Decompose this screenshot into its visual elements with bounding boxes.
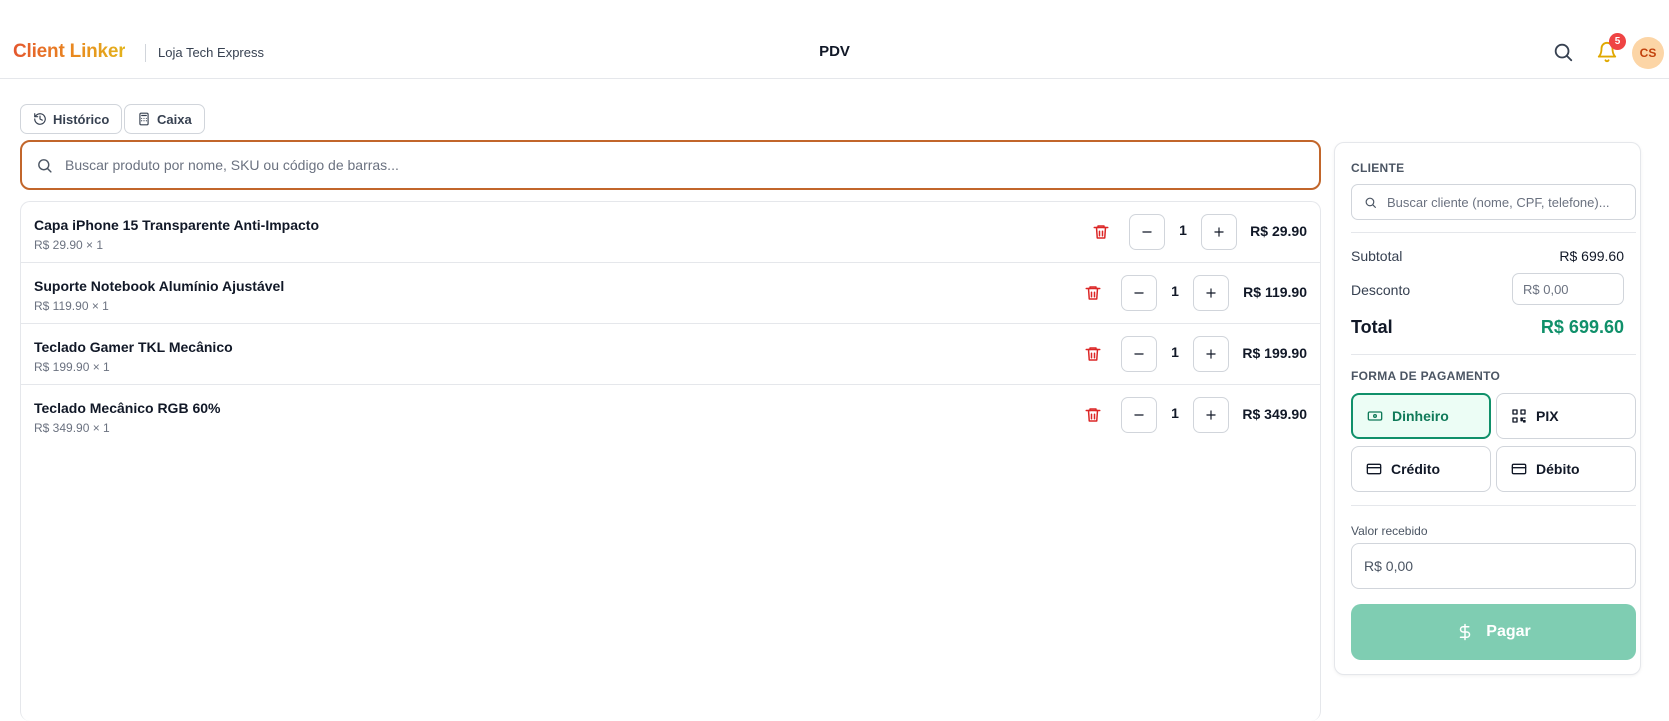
checkout-panel: CLIENTE Subtotal R$ 699.60 Desconto R$ 0… [1334, 142, 1641, 675]
payment-pix-label: PIX [1536, 408, 1559, 424]
customer-search-box[interactable] [1351, 184, 1636, 220]
item-total: R$ 29.90 [1250, 223, 1307, 239]
item-total: R$ 349.90 [1242, 406, 1307, 422]
history-button-label: Histórico [53, 111, 110, 127]
increase-quantity-button[interactable] [1193, 397, 1229, 433]
item-name: Teclado Mecânico RGB 60% [34, 400, 221, 416]
subtotal-label: Subtotal [1351, 248, 1403, 264]
item-quantity: 1 [1171, 405, 1179, 421]
history-button[interactable]: Histórico [20, 104, 123, 134]
item-total: R$ 119.90 [1243, 284, 1307, 300]
plus-icon [1214, 227, 1224, 237]
discount-input[interactable]: R$ 0,00 [1512, 273, 1624, 305]
item-quantity: 1 [1171, 344, 1179, 360]
minus-icon [1142, 231, 1152, 233]
item-unit-price: R$ 199.90 × 1 [34, 360, 110, 374]
item-quantity: 1 [1179, 222, 1187, 238]
payment-credit-label: Crédito [1391, 461, 1440, 477]
increase-quantity-button[interactable] [1193, 336, 1229, 372]
item-name: Suporte Notebook Alumínio Ajustável [34, 278, 285, 294]
increase-quantity-button[interactable] [1193, 275, 1229, 311]
divider [1351, 232, 1636, 233]
item-quantity: 1 [1171, 283, 1179, 299]
payment-section-label: FORMA DE PAGAMENTO [1351, 369, 1501, 383]
pay-button-label: Pagar [1486, 623, 1531, 640]
calculator-icon [139, 112, 149, 126]
product-search-box[interactable] [20, 140, 1321, 190]
page-title: PDV [819, 43, 850, 60]
item-name: Teclado Gamer TKL Mecânico [34, 339, 233, 355]
item-name: Capa iPhone 15 Transparente Anti-Impacto [34, 217, 319, 233]
cash-button-label: Caixa [157, 111, 192, 127]
received-amount-label: Valor recebido [1351, 524, 1428, 538]
customer-search-input[interactable] [1387, 194, 1627, 210]
payment-cash-button[interactable]: Dinheiro [1351, 393, 1491, 439]
item-unit-price: R$ 119.90 × 1 [34, 299, 109, 313]
item-unit-price: R$ 29.90 × 1 [34, 238, 104, 252]
payment-debit-button[interactable]: Débito [1496, 446, 1636, 492]
notification-badge: 5 [1609, 33, 1626, 50]
plus-icon [1206, 410, 1216, 420]
credit-card-icon [1511, 463, 1527, 475]
payment-debit-label: Débito [1536, 461, 1580, 477]
decrease-quantity-button[interactable] [1121, 275, 1157, 311]
minus-icon [1134, 414, 1144, 416]
total-value: R$ 699.60 [1540, 317, 1624, 337]
divider [1351, 505, 1636, 506]
item-total: R$ 199.90 [1242, 345, 1307, 361]
decrease-quantity-button[interactable] [1121, 336, 1157, 372]
decrease-quantity-button[interactable] [1129, 214, 1165, 250]
customer-section-label: CLIENTE [1351, 161, 1405, 175]
credit-card-icon [1366, 463, 1382, 475]
app-header: Client Linker Loja Tech Express PDV 5 CS [0, 0, 1669, 79]
payment-pix-button[interactable]: PIX [1496, 393, 1636, 439]
search-icon [38, 158, 52, 173]
cart-item: Capa iPhone 15 Transparente Anti-Impacto… [21, 202, 1320, 263]
payment-credit-button[interactable]: Crédito [1351, 446, 1491, 492]
subtotal-value: R$ 699.60 [1559, 248, 1624, 264]
total-label: Total [1351, 317, 1393, 337]
decrease-quantity-button[interactable] [1121, 397, 1157, 433]
cart-list: Capa iPhone 15 Transparente Anti-Impacto… [20, 201, 1321, 721]
search-icon [1365, 197, 1376, 208]
minus-icon [1134, 292, 1144, 294]
cart-item: Teclado Gamer TKL Mecânico R$ 199.90 × 1… [21, 324, 1320, 385]
received-amount-input[interactable]: R$ 0,00 [1351, 543, 1636, 589]
discount-label: Desconto [1351, 282, 1411, 298]
search-icon[interactable] [1552, 41, 1574, 63]
plus-icon [1206, 349, 1216, 359]
payment-cash-label: Dinheiro [1392, 408, 1449, 424]
trash-icon[interactable] [1084, 406, 1102, 424]
history-icon [34, 113, 46, 125]
trash-icon[interactable] [1084, 345, 1102, 363]
qr-code-icon [1512, 409, 1526, 423]
trash-icon[interactable] [1092, 223, 1110, 241]
divider [1351, 354, 1636, 355]
pay-button[interactable]: Pagar [1351, 604, 1636, 660]
cash-register-button[interactable]: Caixa [124, 104, 205, 134]
trash-icon[interactable] [1084, 284, 1102, 302]
minus-icon [1134, 353, 1144, 355]
cart-item: Suporte Notebook Alumínio Ajustável R$ 1… [21, 263, 1320, 324]
banknote-icon [1367, 411, 1383, 421]
cart-item: Teclado Mecânico RGB 60% R$ 349.90 × 1 1… [21, 385, 1320, 446]
increase-quantity-button[interactable] [1201, 214, 1237, 250]
item-unit-price: R$ 349.90 × 1 [34, 421, 110, 435]
plus-icon [1206, 288, 1216, 298]
product-search-input[interactable] [65, 157, 1165, 173]
user-avatar[interactable]: CS [1632, 37, 1664, 69]
dollar-icon [1460, 623, 1471, 641]
